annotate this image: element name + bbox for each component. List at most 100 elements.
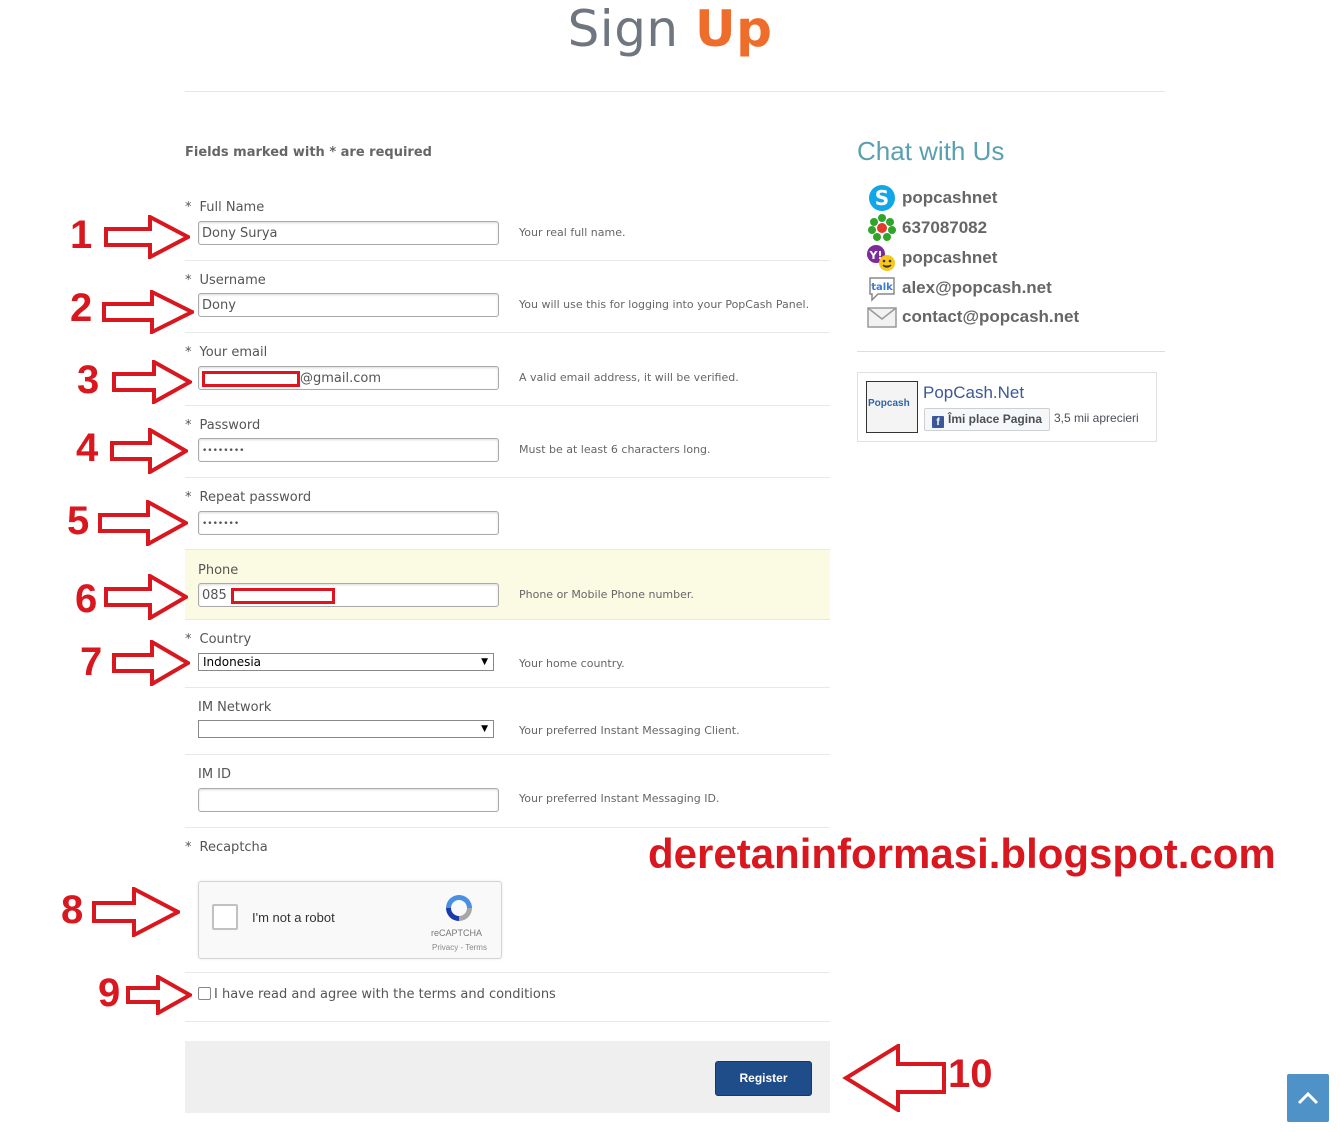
register-button[interactable]: Register xyxy=(715,1061,812,1096)
skype-icon: S xyxy=(869,185,895,211)
form-row-password: * Password •••••••• Must be at least 6 ch… xyxy=(185,406,830,478)
form-row-full-name: * Full Name Dony Surya Your real full nam… xyxy=(185,190,830,261)
annotation-number: 8 xyxy=(61,888,84,932)
popcash-logo[interactable]: Popcash xyxy=(866,381,918,433)
form-row-email: * Your email @gmail.com A valid email add… xyxy=(185,333,830,406)
annotation-arrow-icon xyxy=(126,975,192,1015)
facebook-like-label: Îmi place Pagina xyxy=(948,412,1043,426)
full-name-label: * Full Name xyxy=(185,200,264,215)
password-hint: Must be at least 6 characters long. xyxy=(519,443,711,456)
redaction-mark xyxy=(202,370,300,387)
password-input[interactable]: •••••••• xyxy=(198,438,499,462)
country-label: * Country xyxy=(185,632,251,647)
facebook-icon: f xyxy=(932,416,944,428)
form-row-im-network: IM Network ▼ Your preferred Instant Mess… xyxy=(185,688,830,755)
redaction-mark xyxy=(230,587,335,604)
facebook-page-name[interactable]: PopCash.Net xyxy=(923,383,1024,403)
terms-checkbox[interactable] xyxy=(198,987,211,1000)
phone-prefix: 085 xyxy=(202,588,227,603)
facebook-page-widget: Popcash PopCash.Net f Îmi place Pagina 3,… xyxy=(857,372,1157,442)
annotation-arrow-icon xyxy=(112,360,192,404)
username-input[interactable]: Dony xyxy=(198,293,499,317)
annotation-number: 6 xyxy=(75,577,98,621)
chat-item-text: 637087082 xyxy=(902,218,988,237)
email-hint: A valid email address, it will be verifi… xyxy=(519,371,739,384)
password-label-text: Password xyxy=(199,418,261,433)
annotation-number: 10 xyxy=(948,1052,993,1096)
recaptcha-links[interactable]: Privacy - Terms xyxy=(432,943,487,952)
chat-item-text: popcashnet xyxy=(902,188,998,207)
im-id-input[interactable] xyxy=(198,788,499,812)
facebook-like-count: 3,5 mii aprecieri xyxy=(1054,411,1139,425)
repeat-password-input[interactable]: ••••••• xyxy=(198,511,499,535)
dropdown-arrow-icon: ▼ xyxy=(481,724,488,734)
terms-label[interactable]: I have read and agree with the terms and… xyxy=(214,987,556,1002)
icq-icon xyxy=(868,214,896,241)
annotation-arrow-icon xyxy=(842,1044,946,1112)
recaptcha-label-text: Recaptcha xyxy=(199,840,268,855)
annotation-number: 7 xyxy=(80,640,103,684)
chat-with-us-title: Chat with Us xyxy=(857,136,1005,166)
annotation-number: 9 xyxy=(98,971,121,1015)
scroll-to-top-button[interactable] xyxy=(1287,1074,1329,1122)
form-row-repeat-password: * Repeat password ••••••• xyxy=(185,478,830,550)
divider xyxy=(185,91,1165,92)
recaptcha-logo-icon xyxy=(446,895,472,921)
email-label-text: Your email xyxy=(199,345,268,360)
blog-watermark: deretaninformasi.blogspot.com xyxy=(648,830,1276,877)
required-star: * xyxy=(185,840,192,855)
required-fields-note: Fields marked with * are required xyxy=(185,145,432,160)
full-name-hint: Your real full name. xyxy=(519,226,626,239)
annotation-arrow-icon xyxy=(92,887,180,937)
chat-item-text: contact@popcash.net xyxy=(902,307,1080,326)
im-id-hint: Your preferred Instant Messaging ID. xyxy=(519,792,720,805)
email-suffix: @gmail.com xyxy=(300,371,382,386)
form-row-im-id: IM ID Your preferred Instant Messaging I… xyxy=(185,755,830,828)
annotation-arrow-icon xyxy=(98,500,188,546)
recaptcha-checkbox[interactable] xyxy=(212,904,238,930)
im-id-label: IM ID xyxy=(198,767,232,782)
svg-text:talk: talk xyxy=(871,282,893,293)
full-name-input[interactable]: Dony Surya xyxy=(198,221,499,245)
form-row-username: * Username Dony You will use this for log… xyxy=(185,261,830,333)
form-row-phone: Phone 085 Phone or Mobile Phone number. xyxy=(185,550,830,620)
chat-item-text: alex@popcash.net xyxy=(902,278,1052,297)
required-star: * xyxy=(185,273,192,288)
repeat-password-label: * Repeat password xyxy=(185,490,311,505)
username-label-text: Username xyxy=(199,273,266,288)
annotation-number: 5 xyxy=(67,499,90,543)
facebook-like-button[interactable]: f Îmi place Pagina xyxy=(924,408,1050,431)
repeat-password-label-text: Repeat password xyxy=(199,490,312,505)
email-input[interactable]: @gmail.com xyxy=(198,366,499,390)
annotation-arrow-icon xyxy=(102,290,194,334)
yahoo-messenger-icon: Y! xyxy=(867,245,895,271)
annotation-arrow-icon xyxy=(104,215,190,259)
annotation-number: 1 xyxy=(70,213,93,257)
title-part-sign: Sign xyxy=(567,0,679,58)
popcash-logo-text: Popcash xyxy=(868,398,910,409)
im-network-label: IM Network xyxy=(198,700,272,715)
username-label: * Username xyxy=(185,273,266,288)
im-network-select[interactable]: ▼ xyxy=(198,720,494,738)
email-label: * Your email xyxy=(185,345,267,360)
country-label-text: Country xyxy=(199,632,252,647)
chevron-up-icon xyxy=(1297,1091,1319,1105)
username-hint: You will use this for logging into your … xyxy=(519,298,810,311)
full-name-label-text: Full Name xyxy=(199,200,265,215)
country-select[interactable]: Indonesia ▼ xyxy=(198,653,494,671)
country-selected-value: Indonesia xyxy=(203,655,262,669)
mail-icon xyxy=(867,307,897,328)
annotation-arrow-icon xyxy=(112,640,190,686)
chat-item-text: popcashnet xyxy=(902,248,998,267)
annotation-arrow-icon xyxy=(110,428,188,474)
im-network-hint: Your preferred Instant Messaging Client. xyxy=(519,724,740,737)
page-title: Sign Up xyxy=(0,0,1340,58)
required-star: * xyxy=(185,345,192,360)
title-part-up: Up xyxy=(695,0,773,58)
required-star: * xyxy=(185,200,192,215)
google-talk-icon: talk xyxy=(869,277,895,302)
phone-input[interactable]: 085 xyxy=(198,583,499,607)
divider xyxy=(857,351,1165,352)
recaptcha-label: * Recaptcha xyxy=(185,840,268,855)
annotation-number: 2 xyxy=(70,286,93,330)
